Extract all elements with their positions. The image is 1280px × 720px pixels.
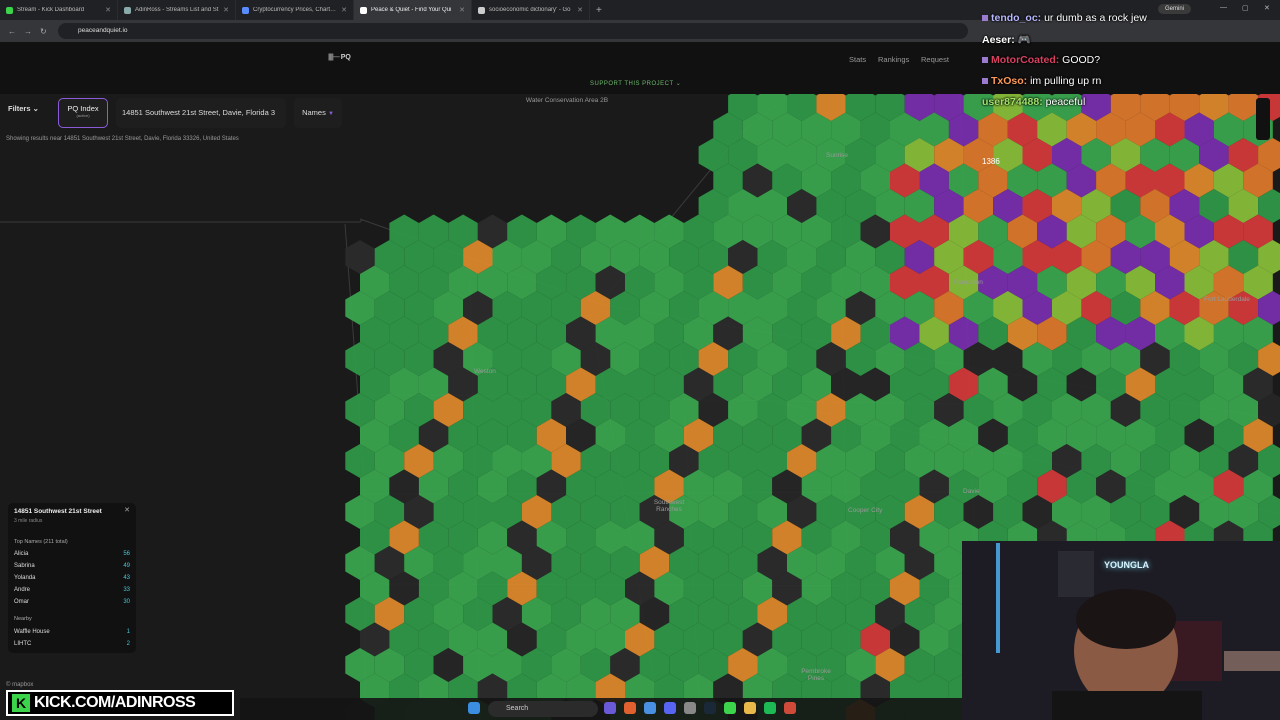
location-info-panel: 14851 Southwest 21st Street 3 mile radiu…: [8, 503, 136, 653]
map-label-pembroke-pines: Pembroke Pines: [801, 668, 831, 682]
list-item: Alicia 56: [14, 551, 130, 557]
support-project-link[interactable]: SUPPORT THIS PROJECT ⌄: [590, 80, 681, 87]
kick-favicon-icon: [6, 6, 13, 14]
tab-google-search[interactable]: socioeconomic dictionary' - Go ✕: [472, 0, 590, 20]
map-label-davie: Davie: [963, 488, 980, 495]
app-icon[interactable]: [624, 702, 636, 714]
names-dropdown[interactable]: Names ▼: [294, 98, 342, 128]
site-favicon-icon: [124, 6, 131, 14]
map-label-sunrise: Sunrise: [826, 152, 849, 159]
stream-chat-overlay: tendo_oc: ur dumb as a rock jew Aeser: 🎮…: [978, 0, 1278, 118]
google-favicon-icon: [478, 6, 485, 14]
kick-channel-banner: K KICK.COM/ADINROSS: [6, 690, 234, 716]
list-item: Yolanda 43: [14, 575, 130, 581]
chat-message: Aeser: 🎮: [982, 34, 1031, 46]
nearby-heading: Nearby: [14, 616, 32, 622]
panel-title: 14851 Southwest 21st Street: [14, 508, 102, 515]
list-item: LIHTC 2: [14, 641, 130, 647]
chat-badge-icon: [982, 78, 988, 84]
pq-index-button[interactable]: PQ Index (active): [58, 98, 108, 128]
caret-down-icon: ▼: [327, 111, 334, 117]
discord-icon[interactable]: [664, 702, 676, 714]
chat-message: user874488: peaceful: [982, 96, 1086, 108]
map-label-plantation: Plantation: [954, 279, 983, 286]
chat-message: TxOso: im pulling up rn: [982, 75, 1101, 87]
nav-rankings[interactable]: Rankings: [878, 55, 909, 64]
kick-logo-icon: K: [12, 694, 30, 712]
taskbar-search[interactable]: Search: [488, 701, 598, 717]
close-icon[interactable]: ✕: [105, 6, 111, 14]
chat-badge-icon: [982, 15, 988, 21]
pq-favicon-icon: [360, 6, 367, 14]
chat-badge-icon: [982, 57, 988, 63]
filters-dropdown[interactable]: Filters ⌄: [8, 104, 39, 113]
kick-icon[interactable]: [724, 702, 736, 714]
back-icon[interactable]: ←: [8, 27, 16, 36]
map-toolbar: Filters ⌄ PQ Index (active) 14851 Southw…: [0, 94, 370, 134]
reload-icon[interactable]: ↻: [40, 27, 47, 36]
chat-message: MotorCoated: GOOD?: [982, 54, 1100, 66]
results-location-text: Showing results near 14851 Southwest 21s…: [6, 136, 239, 142]
map-label-fort-lauderdale: Fort Lauderdale: [1204, 296, 1250, 303]
close-icon[interactable]: ✕: [577, 6, 583, 14]
close-icon[interactable]: ✕: [223, 6, 229, 14]
panel-radius: 3 mile radius: [14, 518, 43, 524]
folder-icon[interactable]: [744, 702, 756, 714]
url-field[interactable]: peaceandquiet.io: [58, 23, 968, 39]
address-search-input[interactable]: 14851 Southwest 21st Street, Davie, Flor…: [116, 98, 286, 128]
steam-icon[interactable]: [704, 702, 716, 714]
coin-favicon-icon: [242, 6, 249, 14]
neon-sign-text: YOUNGLA: [1104, 560, 1149, 570]
chat-message: tendo_oc: ur dumb as a rock jew: [982, 12, 1147, 24]
top-names-heading: Top Names (211 total): [14, 539, 68, 545]
list-item: Waffle House 1: [14, 629, 130, 635]
spotify-icon[interactable]: [764, 702, 776, 714]
new-tab-icon[interactable]: +: [596, 5, 602, 16]
tab-streams-list[interactable]: AdinRoss - Streams List and St ✕: [118, 0, 236, 20]
map-label-water-area: Water Conservation Area 2B: [525, 97, 609, 104]
windows-taskbar: Search: [240, 698, 962, 720]
nav-request[interactable]: Request: [921, 55, 949, 64]
list-item: Omar 30: [14, 599, 130, 605]
list-item: Sabrina 49: [14, 563, 130, 569]
app-icon[interactable]: [604, 702, 616, 714]
map-label-southwest-ranches: Southwest Ranches: [653, 499, 685, 513]
app-icon[interactable]: [784, 702, 796, 714]
close-icon[interactable]: ✕: [459, 6, 465, 14]
tab-kick-dashboard[interactable]: Stream - Kick Dashboard ✕: [0, 0, 118, 20]
pq-logo[interactable]: |||||— PQ: [328, 54, 351, 61]
forward-icon[interactable]: →: [24, 27, 32, 36]
map-label-cooper-city: Cooper City: [848, 507, 883, 514]
windows-start-icon[interactable]: [468, 702, 480, 714]
app-icon[interactable]: [684, 702, 696, 714]
equalizer-icon: |||||—: [328, 54, 340, 61]
list-item: Andre 33: [14, 587, 130, 593]
mapbox-attribution[interactable]: © mapbox: [6, 682, 33, 688]
map-label-weston: Weston: [474, 368, 496, 375]
close-icon[interactable]: ✕: [341, 6, 347, 14]
nav-stats[interactable]: Stats: [849, 55, 866, 64]
chrome-icon[interactable]: [644, 702, 656, 714]
close-icon[interactable]: ✕: [124, 506, 130, 514]
tab-crypto[interactable]: Cryptocurrency Prices, Charts A ✕: [236, 0, 354, 20]
hex-count-label: 1386: [982, 157, 1000, 166]
tab-peace-quiet[interactable]: Peace & Quiet - Find Your Qui ✕: [354, 0, 472, 20]
